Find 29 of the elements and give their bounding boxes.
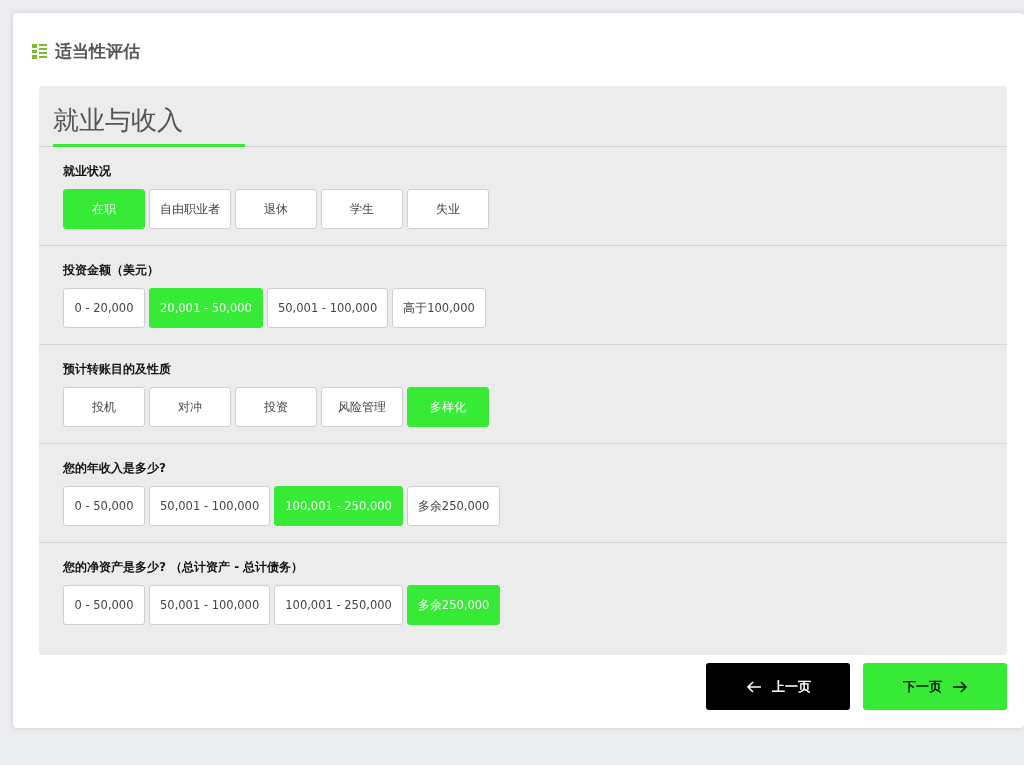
previous-page-button[interactable]: 上一页 [706, 663, 850, 710]
page-title: 适当性评估 [55, 39, 140, 63]
option-button[interactable]: 50,001 - 100,000 [266, 288, 389, 328]
option-button[interactable]: 失业 [407, 189, 489, 229]
option-button[interactable]: 50,001 - 100,000 [149, 585, 271, 625]
question-label: 就业状况 [63, 163, 112, 179]
option-button[interactable]: 投资 [235, 387, 317, 427]
right-arrow-icon [951, 680, 968, 693]
option-button[interactable]: 自由职业者 [149, 189, 231, 229]
question-label: 您的净资产是多少? （总计资产 - 总计债务） [63, 559, 305, 575]
option-button[interactable]: 风险管理 [321, 387, 403, 427]
option-button[interactable]: 0 - 20,000 [63, 288, 145, 328]
option-button[interactable]: 对冲 [149, 387, 231, 427]
option-button[interactable]: 多余250,000 [406, 486, 501, 526]
option-button[interactable]: 0 - 50,000 [63, 486, 145, 526]
option-button[interactable]: 50,001 - 100,000 [149, 486, 271, 526]
next-page-button[interactable]: 下一页 [863, 663, 1007, 710]
option-button[interactable]: 投机 [63, 387, 145, 427]
option-button[interactable]: 100,001 - 250,000 [274, 585, 403, 625]
option-button[interactable]: 学生 [321, 189, 403, 229]
question-label: 预计转账目的及性质 [63, 361, 172, 377]
question-label: 投资金额（美元） [63, 262, 160, 278]
option-button[interactable]: 0 - 50,000 [63, 585, 145, 625]
left-arrow-icon [745, 680, 762, 693]
list-icon [32, 43, 47, 59]
option-button[interactable]: 高于100,000 [392, 288, 486, 328]
option-button[interactable]: 退休 [235, 189, 317, 229]
section-heading: 就业与收入 [53, 102, 245, 147]
question-label: 您的年收入是多少? [63, 460, 167, 476]
